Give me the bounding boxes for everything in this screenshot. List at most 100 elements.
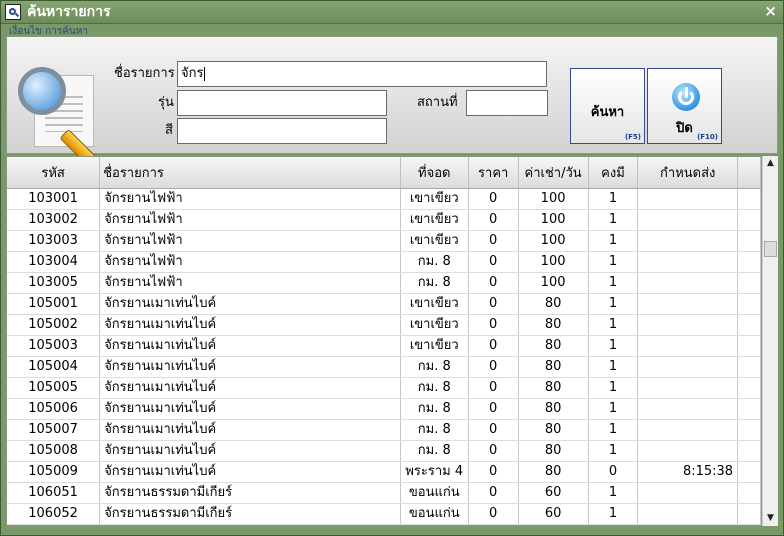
table-row[interactable]: 105001 จักรยานเมาเท่นไบค์ เขาเขียว 0 80 1 [7,293,761,315]
cell-parking: เขาเขียว [400,230,469,252]
cell-filler [737,209,761,231]
cell-price: 0 [468,440,519,462]
cell-filler [737,356,761,378]
cell-stock: 1 [588,230,639,252]
search-button-label: ค้นหา [590,105,625,120]
cell-rent: 80 [518,461,589,483]
table-row[interactable]: 105009 จักรยานเมาเท่นไบค์ พระราม 4 0 80 0 8:15… [7,461,761,483]
table-row[interactable]: 105002 จักรยานเมาเท่นไบค์ เขาเขียว 0 80 1 [7,314,761,336]
power-icon [672,83,700,111]
cell-stock: 1 [588,293,639,315]
cell-parking: ขอนแก่น [400,482,469,504]
cell-rent: 80 [518,377,589,399]
cell-price: 0 [468,461,519,483]
table-row[interactable]: 105006 จักรยานเมาเท่นไบค์ กม. 8 0 80 1 [7,398,761,420]
cell-item-name: จักรยานไฟฟ้า [99,230,401,252]
cell-price: 0 [468,188,519,210]
cell-code: 105008 [7,440,101,462]
title-bar[interactable]: ค้นหารายการ × [1,1,783,24]
table-row[interactable]: 106052 จักรยานธรรมดามีเกียร์ ขอนแก่น 0 60 1 [7,503,761,525]
model-label: รุ่น [158,95,174,110]
cell-code: 105003 [7,335,101,357]
cell-stock: 0 [588,461,639,483]
cell-item-name: จักรยานเมาเท่นไบค์ [99,356,401,378]
cell-filler [737,230,761,252]
item-name-input[interactable]: จักร [177,61,547,87]
cell-rent: 100 [518,188,589,210]
table-row[interactable]: 103002 จักรยานไฟฟ้า เขาเขียว 0 100 1 [7,209,761,231]
table-row[interactable]: 103005 จักรยานไฟฟ้า กม. 8 0 100 1 [7,272,761,294]
table-row[interactable]: 105004 จักรยานเมาเท่นไบค์ กม. 8 0 80 1 [7,356,761,378]
cell-due [637,482,739,504]
cell-parking: ขอนแก่น [400,503,469,525]
cell-filler [737,419,761,441]
table-row[interactable]: 105007 จักรยานเมาเท่นไบค์ กม. 8 0 80 1 [7,419,761,441]
table-row[interactable]: 105003 จักรยานเมาเท่นไบค์ เขาเขียว 0 80 1 [7,335,761,357]
cell-item-name: จักรยานเมาเท่นไบค์ [99,314,401,336]
cell-stock: 1 [588,419,639,441]
column-header-rent-per-day[interactable]: ค่าเช่า/วัน [518,157,589,189]
cell-due [637,188,739,210]
vertical-scrollbar[interactable]: ▲ ▼ [762,156,778,526]
cell-item-name: จักรยานเมาเท่นไบค์ [99,440,401,462]
cell-filler [737,314,761,336]
cell-filler [737,335,761,357]
cell-parking: เขาเขียว [400,188,469,210]
cell-rent: 80 [518,314,589,336]
model-input[interactable] [177,90,387,116]
column-header-parking[interactable]: ที่จอด [400,157,469,189]
cell-parking: กม. 8 [400,419,469,441]
close-button-shortcut: (F10) [697,133,718,141]
column-header-code[interactable]: รหัส [7,157,101,189]
cell-code: 103005 [7,272,101,294]
color-input[interactable] [177,118,387,144]
cell-parking: เขาเขียว [400,314,469,336]
table-row[interactable]: 105008 จักรยานเมาเท่นไบค์ กม. 8 0 80 1 [7,440,761,462]
close-button[interactable]: ปิด (F10) [647,68,722,144]
cell-rent: 80 [518,419,589,441]
cell-stock: 1 [588,188,639,210]
cell-stock: 1 [588,356,639,378]
cell-stock: 1 [588,314,639,336]
column-header-price[interactable]: ราคา [468,157,519,189]
cell-code: 103001 [7,188,101,210]
column-header-due[interactable]: กำหนดส่ง [637,157,739,189]
table-row[interactable]: 106051 จักรยานธรรมดามีเกียร์ ขอนแก่น 0 60 1 [7,482,761,504]
cell-code: 105001 [7,293,101,315]
table-row[interactable]: 103003 จักรยานไฟฟ้า เขาเขียว 0 100 1 [7,230,761,252]
cell-item-name: จักรยานธรรมดามีเกียร์ [99,503,401,525]
cell-rent: 100 [518,272,589,294]
cell-filler [737,188,761,210]
scroll-up-icon[interactable]: ▲ [763,156,778,171]
column-header-item-name[interactable]: ชื่อรายการ [99,157,401,189]
cell-due [637,377,739,399]
cell-parking: พระราม 4 [400,461,469,483]
cell-code: 103004 [7,251,101,273]
location-input[interactable] [466,90,548,116]
scroll-down-icon[interactable]: ▼ [763,511,778,526]
location-label: สถานที่ [417,95,458,110]
cell-parking: กม. 8 [400,377,469,399]
table-row[interactable]: 103001 จักรยานไฟฟ้า เขาเขียว 0 100 1 [7,188,761,210]
column-header-stock[interactable]: คงมี [588,157,639,189]
table-row[interactable]: 103004 จักรยานไฟฟ้า กม. 8 0 100 1 [7,251,761,273]
cell-stock: 1 [588,482,639,504]
cell-stock: 1 [588,398,639,420]
cell-item-name: จักรยานไฟฟ้า [99,251,401,273]
cell-price: 0 [468,293,519,315]
cell-rent: 60 [518,503,589,525]
close-icon[interactable]: × [764,2,777,20]
cell-code: 106052 [7,503,101,525]
cell-price: 0 [468,482,519,504]
cell-filler [737,482,761,504]
cell-filler [737,377,761,399]
cell-parking: กม. 8 [400,356,469,378]
scroll-thumb[interactable] [764,241,777,257]
cell-due [637,230,739,252]
cell-filler [737,272,761,294]
table-row[interactable]: 105005 จักรยานเมาเท่นไบค์ กม. 8 0 80 1 [7,377,761,399]
cell-due: 8:15:38 [637,461,739,483]
item-name-label: ชื่อรายการ [114,66,175,81]
cell-item-name: จักรยานเมาเท่นไบค์ [99,293,401,315]
search-button[interactable]: ค้นหา (F5) [570,68,645,144]
